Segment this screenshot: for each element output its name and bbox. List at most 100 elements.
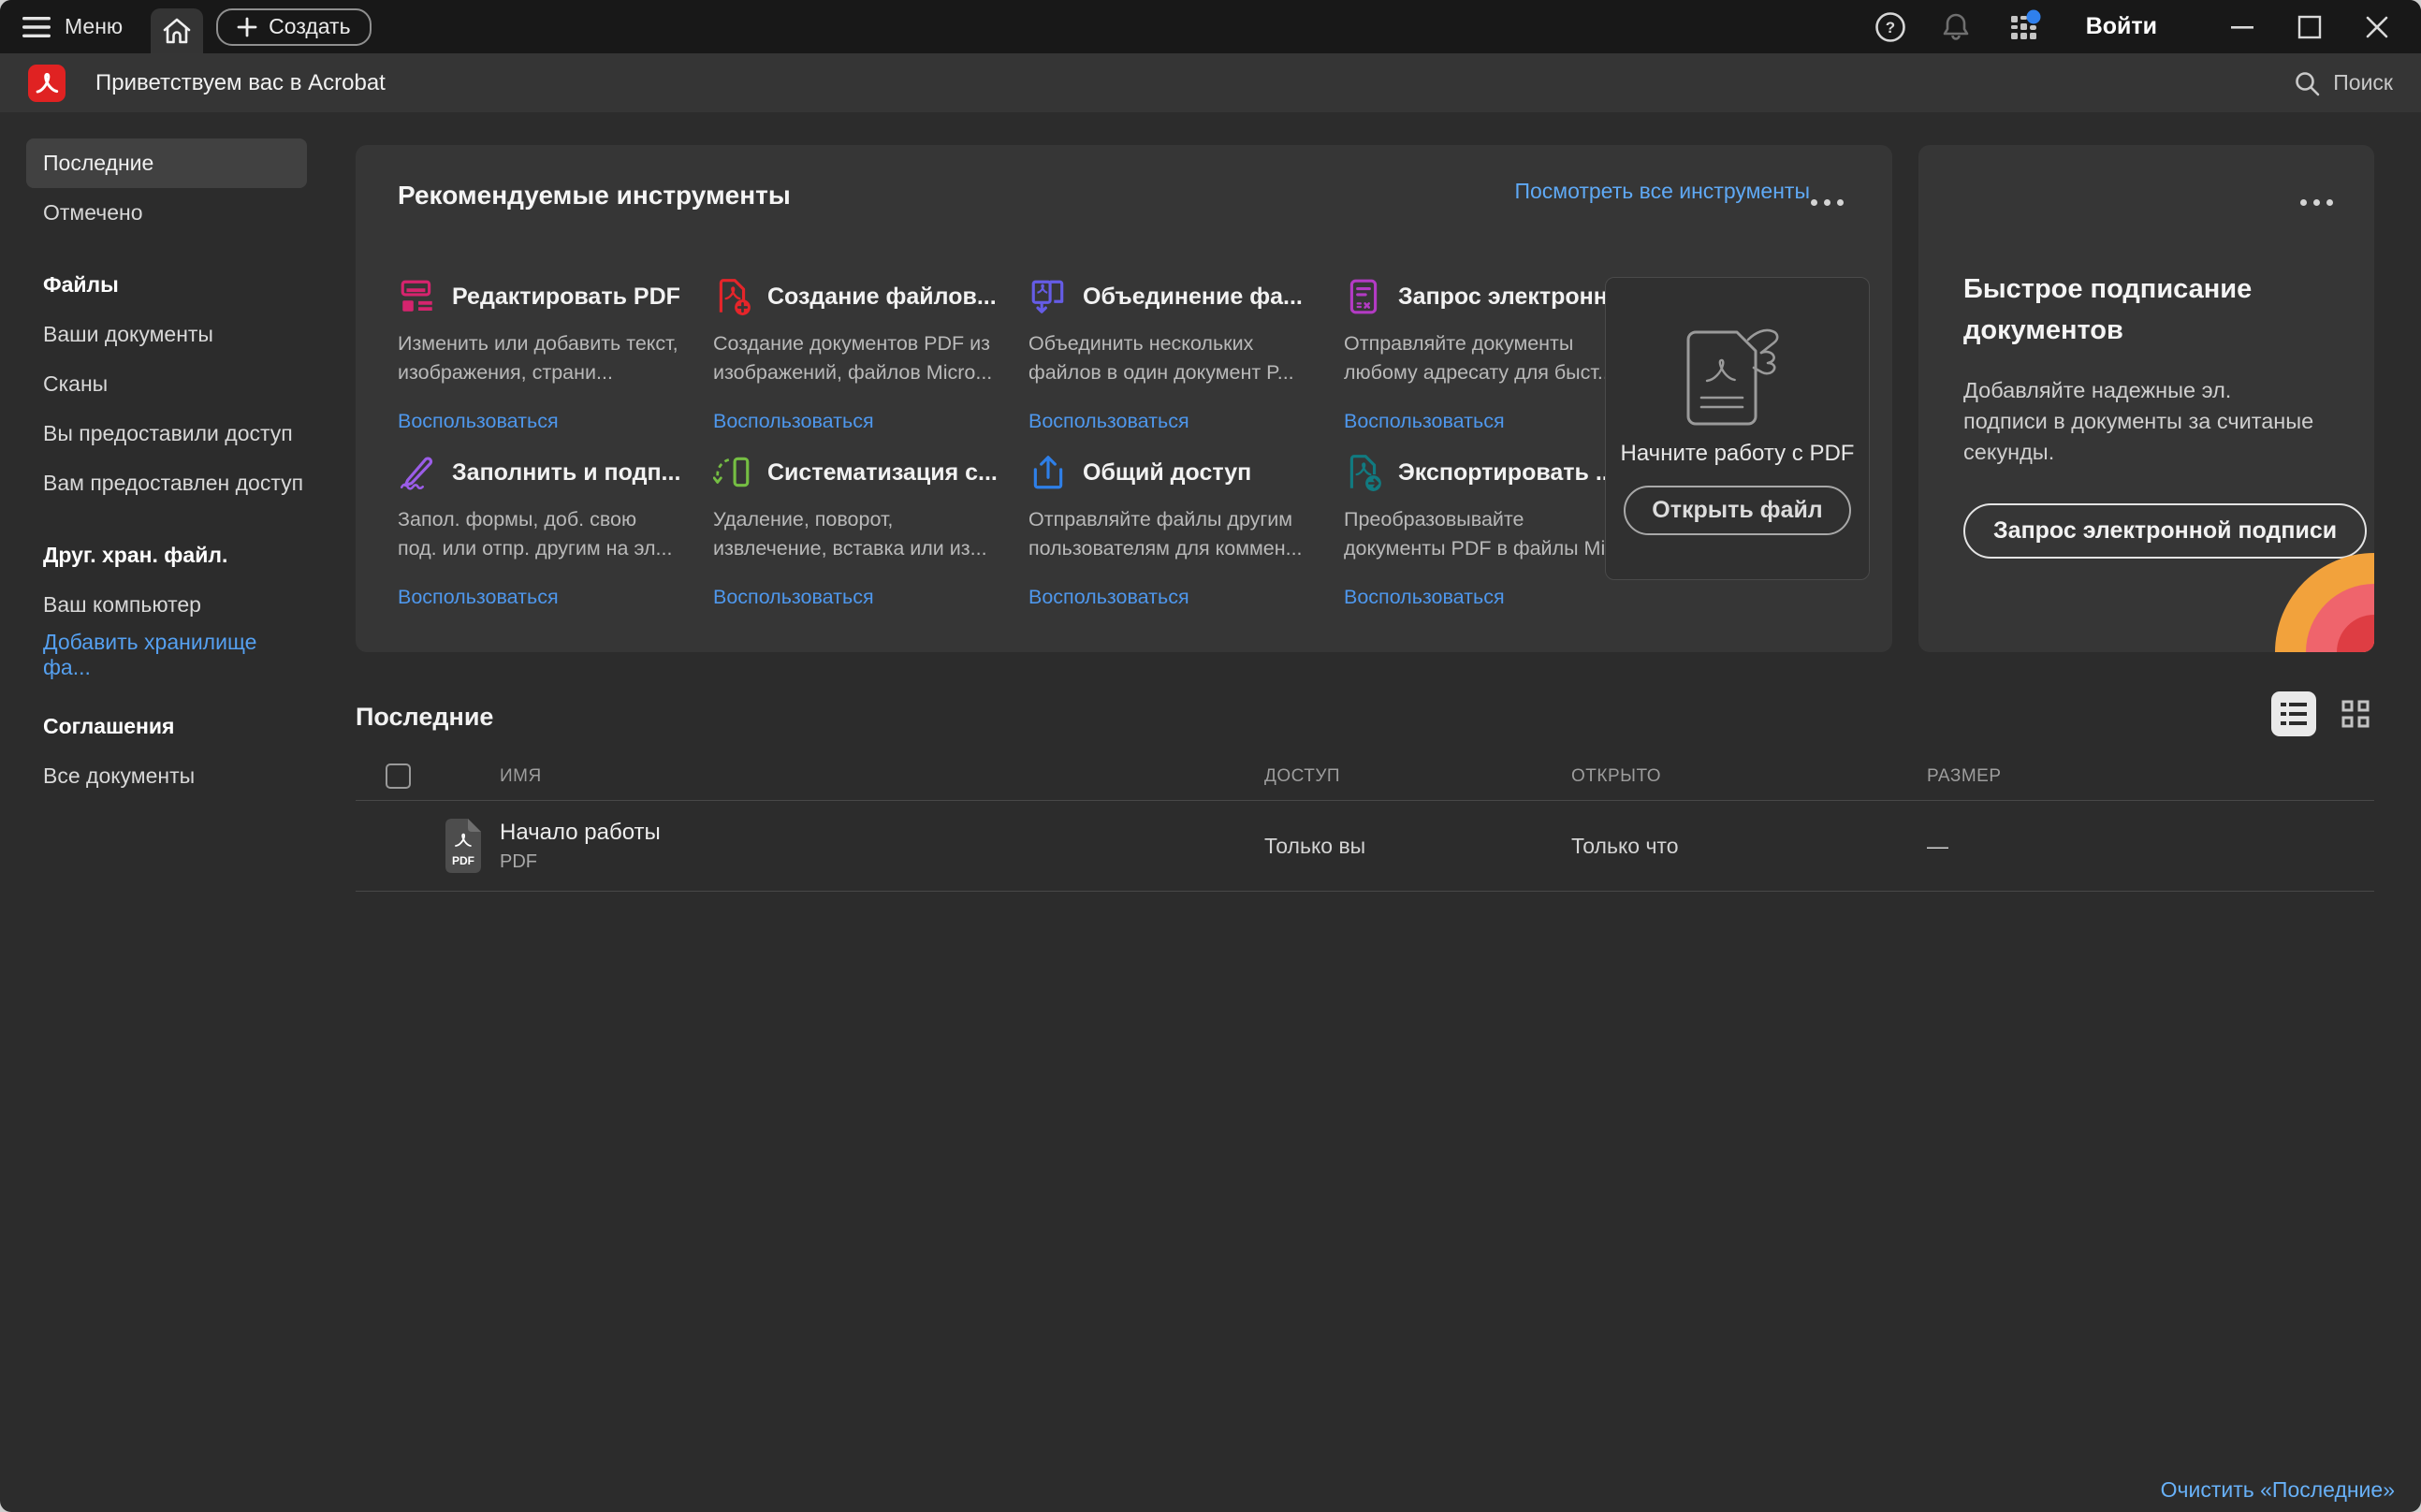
svg-text:?: ?: [1885, 19, 1894, 36]
tool-card-description: Отправляйте документы любому адресату дл…: [1344, 329, 1625, 387]
tools-grid: Редактировать PDF Изменить или добавить …: [398, 277, 1625, 609]
sidebar-item-recent[interactable]: Последние: [26, 138, 307, 188]
tool-card-description: Изменить или добавить текст, изображения…: [398, 329, 678, 387]
view-all-tools-link[interactable]: Посмотреть все инструменты: [1514, 179, 1810, 204]
home-icon: [162, 17, 192, 45]
tool-card-title: Систематизация с...: [767, 459, 998, 487]
sidebar-item-shared-with-you[interactable]: Вам предоставлен доступ: [26, 458, 307, 508]
request-signature-icon: [1344, 277, 1383, 316]
column-header-opened: ОТКРЫТО: [1571, 766, 1927, 787]
tool-card-export-pdf[interactable]: Экспортировать ... Преобразовывайте доку…: [1344, 453, 1625, 609]
tool-card-description: Запол. формы, доб. свою под. или отпр. д…: [398, 505, 678, 563]
tool-card-action-link[interactable]: Воспользоваться: [398, 586, 678, 609]
column-header-size: РАЗМЕР: [1927, 766, 2374, 787]
tool-card-title: Редактировать PDF: [452, 284, 680, 311]
table-row[interactable]: PDF Начало работы PDF Только вы Только ч…: [356, 801, 2374, 892]
window-controls: [2230, 15, 2389, 39]
tools-panel-title: Рекомендуемые инструменты: [398, 181, 791, 211]
menu-button[interactable]: Меню: [22, 14, 123, 39]
svg-text:PDF: PDF: [452, 854, 474, 867]
app-header: Приветствуем вас в Acrobat Поиск: [0, 53, 2421, 112]
organize-pages-icon: [713, 453, 752, 492]
sign-panel-description: Добавляйте надежные эл. подписи в докуме…: [1963, 375, 2317, 468]
tool-card-title: Общий доступ: [1083, 459, 1251, 487]
page-title: Приветствуем вас в Acrobat: [95, 70, 386, 96]
create-button[interactable]: Создать: [216, 8, 371, 46]
sidebar-item-starred[interactable]: Отмечено: [26, 188, 307, 238]
grid-view-button[interactable]: [2337, 695, 2374, 733]
tool-card-edit-pdf[interactable]: Редактировать PDF Изменить или добавить …: [398, 277, 678, 433]
sign-panel-title: Быстрое подписание документов: [1963, 269, 2291, 351]
close-button[interactable]: [2365, 15, 2389, 39]
tool-card-description: Создание документов PDF из изображений, …: [713, 329, 994, 387]
sidebar-item-scans[interactable]: Сканы: [26, 359, 307, 409]
titlebar-right: ? Войти: [1874, 8, 2389, 46]
sidebar-item-your-computer[interactable]: Ваш компьютер: [26, 580, 307, 630]
column-header-name: ИМЯ: [500, 766, 1264, 787]
start-with-pdf-card: Начните работу с PDF Открыть файл: [1605, 277, 1870, 580]
tool-card-action-link[interactable]: Воспользоваться: [1028, 586, 1309, 609]
share-icon: [1028, 453, 1068, 492]
combine-files-icon: [1028, 277, 1068, 316]
tool-card-share[interactable]: Общий доступ Отправляйте файлы другим по…: [1028, 453, 1309, 609]
file-name: Начало работы: [500, 820, 1264, 846]
tool-card-title: Создание файлов...: [767, 284, 997, 311]
tool-card-combine-files[interactable]: Объединение фа... Объединить нескольких …: [1028, 277, 1309, 433]
sign-panel-more-button[interactable]: [2300, 199, 2333, 206]
search-icon: [2294, 70, 2320, 96]
recent-table-header: ИМЯ ДОСТУП ОТКРЫТО РАЗМЕР: [356, 752, 2374, 801]
file-opened: Только что: [1571, 834, 1927, 859]
search-button[interactable]: Поиск: [2294, 70, 2393, 96]
maximize-button[interactable]: [2297, 15, 2322, 39]
sidebar-item-add-storage[interactable]: Добавить хранилище фа...: [26, 630, 307, 679]
notifications-bell-button[interactable]: [1940, 11, 1972, 43]
tool-card-description: Преобразовывайте документы PDF в файлы M…: [1344, 505, 1625, 563]
help-button[interactable]: ?: [1874, 11, 1906, 43]
tool-card-create-pdf[interactable]: Создание файлов... Создание документов P…: [713, 277, 994, 433]
select-all-checkbox[interactable]: [386, 763, 411, 789]
sidebar-item-your-documents[interactable]: Ваши документы: [26, 310, 307, 359]
clear-recent-link[interactable]: Очистить «Последние»: [2161, 1477, 2395, 1503]
acrobat-window: Меню Создать ?: [0, 0, 2421, 1512]
pdf-document-hand-illustration: [1606, 319, 1869, 431]
recommended-tools-panel: Рекомендуемые инструменты Посмотреть все…: [356, 145, 1892, 652]
apps-grid-button[interactable]: [2005, 8, 2043, 46]
tool-card-action-link[interactable]: Воспользоваться: [398, 410, 678, 433]
tool-card-organize-pages[interactable]: Систематизация с... Удаление, поворот, и…: [713, 453, 994, 609]
menu-label: Меню: [65, 14, 123, 39]
minimize-button[interactable]: [2230, 15, 2254, 39]
tools-more-button[interactable]: [1811, 199, 1844, 206]
tool-card-action-link[interactable]: Воспользоваться: [713, 586, 994, 609]
sidebar-item-all-documents[interactable]: Все документы: [26, 751, 307, 801]
recent-title: Последние: [356, 699, 2374, 732]
start-card-caption: Начните работу с PDF: [1606, 441, 1869, 467]
open-file-button[interactable]: Открыть файл: [1624, 486, 1850, 535]
fill-sign-icon: [398, 453, 437, 492]
tool-card-description: Удаление, поворот, извлечение, вставка и…: [713, 505, 994, 563]
create-label: Создать: [269, 14, 350, 39]
tool-card-title: Объединение фа...: [1083, 284, 1303, 311]
column-header-access: ДОСТУП: [1264, 766, 1571, 787]
plus-icon: [237, 17, 257, 37]
tool-card-request-signatures[interactable]: Запрос электронн... Отправляйте документ…: [1344, 277, 1625, 433]
file-type: PDF: [500, 851, 1264, 873]
tool-card-description: Отправляйте файлы другим пользователям д…: [1028, 505, 1309, 563]
recent-section: Последние ИМЯ ДОСТУП ОТКРЫТО РАЗМЕР: [356, 699, 2374, 892]
home-tab[interactable]: [151, 8, 203, 53]
sidebar-section-other-storage: Друг. хран. файл.: [26, 531, 307, 580]
sidebar-section-agreements: Соглашения: [26, 702, 307, 751]
tool-card-action-link[interactable]: Воспользоваться: [713, 410, 994, 433]
pdf-file-icon: PDF: [442, 818, 485, 874]
edit-pdf-icon: [398, 277, 437, 316]
tool-card-action-link[interactable]: Воспользоваться: [1344, 586, 1625, 609]
tool-card-action-link[interactable]: Воспользоваться: [1028, 410, 1309, 433]
sidebar-item-shared-by-you[interactable]: Вы предоставили доступ: [26, 409, 307, 458]
list-view-button[interactable]: [2271, 691, 2316, 736]
file-access: Только вы: [1264, 834, 1571, 859]
tool-card-fill-sign[interactable]: Заполнить и подп... Запол. формы, доб. с…: [398, 453, 678, 609]
tool-card-action-link[interactable]: Воспользоваться: [1344, 410, 1625, 433]
search-label: Поиск: [2333, 70, 2393, 95]
acrobat-logo: [28, 65, 66, 102]
request-esignature-button[interactable]: Запрос электронной подписи: [1963, 503, 2367, 559]
sign-in-button[interactable]: Войти: [2086, 13, 2157, 40]
